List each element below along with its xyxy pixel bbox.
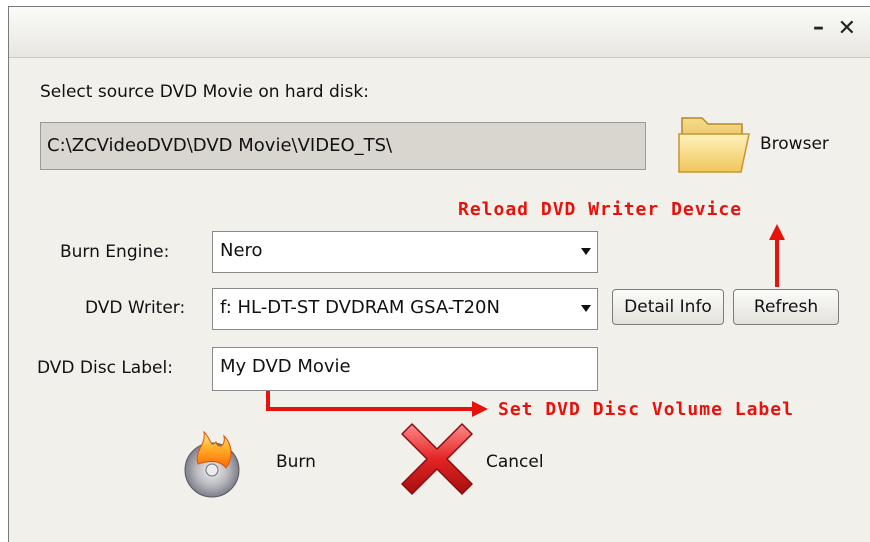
disc-label-label: DVD Disc Label: [37,358,173,378]
cancel-button[interactable]: Cancel [398,420,568,500]
cancel-label: Cancel [486,452,544,472]
dvd-writer-combobox[interactable]: f: HL-DT-ST DVDRAM GSA-T20N [212,288,598,330]
close-button[interactable]: ✕ [838,16,856,42]
source-label: Select source DVD Movie on hard disk: [40,82,369,102]
dvd-writer-value: f: HL-DT-ST DVDRAM GSA-T20N [220,297,500,318]
burning-disc-icon [184,430,240,498]
folder-icon [678,117,750,173]
burn-button[interactable]: Burn [180,420,330,500]
detail-info-button[interactable]: Detail Info [612,289,724,325]
browse-label: Browser [760,134,829,154]
burn-engine-combobox[interactable]: Nero [212,231,598,273]
disc-label-input[interactable]: My DVD Movie [212,347,598,391]
source-path-field[interactable]: C:\ZCVideoDVD\DVD Movie\VIDEO_TS\ [40,122,646,170]
title-bar: – ✕ [9,7,870,58]
dvd-writer-label: DVD Writer: [85,298,186,318]
chevron-down-icon[interactable] [581,248,591,255]
reload-annotation: Reload DVD Writer Device [458,199,743,220]
burn-engine-label: Burn Engine: [60,242,170,262]
minimize-button[interactable]: – [813,15,824,41]
burn-label: Burn [276,452,316,472]
refresh-button[interactable]: Refresh [733,289,839,325]
volume-annotation: Set DVD Disc Volume Label [498,399,794,420]
chevron-down-icon[interactable] [581,305,591,312]
burn-engine-value: Nero [220,240,263,261]
browse-button[interactable]: Browser [676,108,846,184]
red-x-icon [401,423,473,495]
